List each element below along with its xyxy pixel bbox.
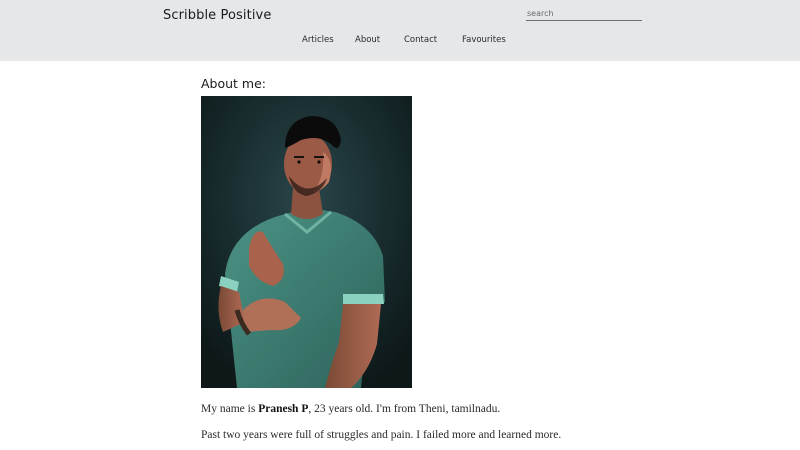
main-content: About me: My name is Pranesh P, 23 years… [0,61,800,450]
nav-item-favourites[interactable]: Favourites [462,35,506,45]
bio-paragraph-1: My name is Pranesh P, 23 years old. I'm … [201,403,500,415]
nav-item-articles[interactable]: Articles [302,35,334,45]
nav-item-about[interactable]: About [355,35,380,45]
site-header: Scribble Positive Articles About Contact… [0,0,800,61]
nav-item-contact[interactable]: Contact [404,35,437,45]
bio-p1-prefix: My name is [201,403,259,415]
page-title: About me: [201,76,267,91]
bio-paragraph-2: Past two years were full of struggles an… [201,429,562,441]
site-logo-link[interactable]: Scribble Positive [163,8,271,23]
portrait-illustration [201,96,412,388]
profile-photo [201,96,412,388]
bio-p1-suffix: , 23 years old. I'm from Theni, tamilnad… [308,403,501,415]
search-input[interactable] [526,7,642,21]
bio-name: Pranesh P [258,403,309,415]
main-nav: Articles About Contact Favourites [0,35,800,49]
